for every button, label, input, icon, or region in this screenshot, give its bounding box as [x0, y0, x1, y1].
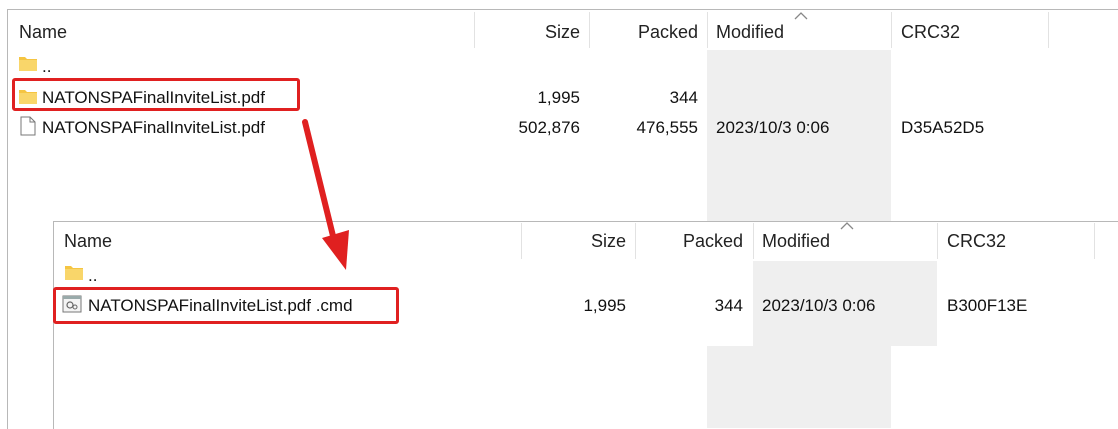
outer-header-divider[interactable]	[1048, 12, 1049, 48]
file-crc32: B300F13E	[947, 296, 1028, 315]
file-size: 502,876	[518, 118, 580, 137]
outer-header-divider[interactable]	[589, 12, 590, 48]
file-crc32: D35A52D5	[901, 118, 985, 137]
sort-ascending-icon	[794, 12, 808, 20]
file-name: NATONSPAFinalInviteList.pdf	[42, 118, 265, 137]
sort-ascending-icon	[840, 222, 854, 230]
outer-header-divider[interactable]	[891, 12, 892, 48]
document-icon	[20, 116, 36, 136]
inner-header-packed[interactable]: Packed	[640, 229, 743, 253]
inner-header-divider[interactable]	[521, 223, 522, 259]
outer-header-modified[interactable]: Modified	[716, 20, 784, 44]
file-size: 1,995	[583, 296, 626, 315]
file-packed: 344	[714, 296, 743, 315]
folder-icon	[19, 57, 37, 71]
file-packed: 476,555	[636, 118, 698, 137]
outer-header-packed[interactable]: Packed	[595, 20, 698, 44]
inner-header-divider[interactable]	[753, 223, 754, 259]
outer-header-name[interactable]: Name	[19, 20, 67, 44]
outer-header-divider[interactable]	[474, 12, 475, 48]
outer-header-divider[interactable]	[707, 12, 708, 48]
inner-header-divider[interactable]	[1094, 223, 1095, 259]
file-name: ..	[42, 57, 52, 76]
file-modified: 2023/10/3 0:06	[716, 118, 830, 137]
file-modified: 2023/10/3 0:06	[762, 296, 876, 315]
highlight-box	[12, 78, 300, 111]
inner-header-divider[interactable]	[635, 223, 636, 259]
inner-header-divider[interactable]	[937, 223, 938, 259]
file-packed: 344	[669, 88, 698, 107]
file-name: ..	[88, 266, 98, 285]
outer-modified-column-shade	[707, 346, 891, 428]
outer-header-size[interactable]: Size	[480, 20, 580, 44]
file-size: 1,995	[537, 88, 580, 107]
inner-header-modified[interactable]: Modified	[762, 229, 830, 253]
highlight-box	[53, 287, 399, 324]
outer-header-crc32[interactable]: CRC32	[901, 20, 960, 44]
folder-icon	[65, 266, 83, 280]
red-arrow-icon	[302, 119, 349, 270]
inner-header-crc32[interactable]: CRC32	[947, 229, 1006, 253]
inner-header-name[interactable]: Name	[64, 229, 112, 253]
inner-header-size[interactable]: Size	[526, 229, 626, 253]
